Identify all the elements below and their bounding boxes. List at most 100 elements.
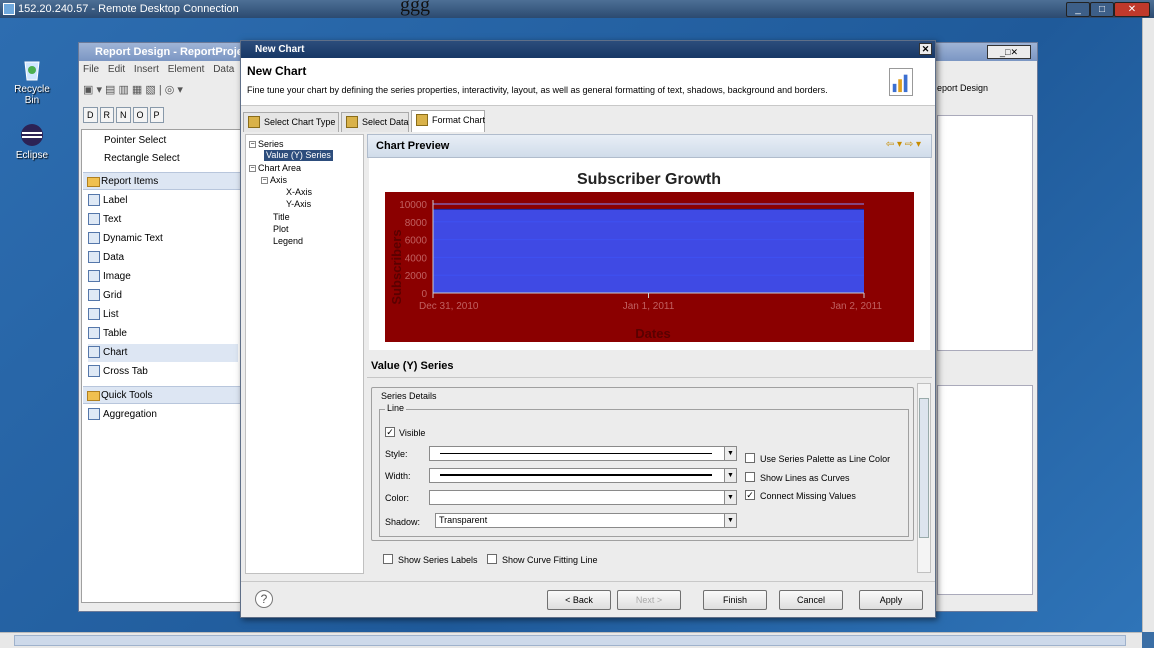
chevron-down-icon: ▼ (724, 447, 736, 460)
palette-item-list[interactable]: List (88, 306, 119, 324)
color-label: Color: (385, 493, 410, 503)
rdp-vertical-scrollbar[interactable] (1142, 18, 1154, 632)
tree-node-legend[interactable]: Legend (273, 236, 303, 247)
outline-panel (937, 385, 1033, 595)
width-select[interactable]: ▼ (429, 468, 737, 483)
finish-button[interactable]: Finish (703, 590, 767, 610)
palette-tab-o[interactable]: O (132, 107, 148, 123)
chart-preview-title: Chart Preview (376, 140, 450, 152)
tab-format-chart[interactable]: Format Chart (411, 110, 485, 132)
rdp-horizontal-scrollbar[interactable] (0, 632, 1142, 648)
menu-element[interactable]: Element (168, 64, 205, 75)
editor-ruler-panel (937, 115, 1033, 351)
tree-node-y-axis[interactable]: Y-Axis (286, 199, 311, 210)
show-curve-fitting-checkbox[interactable] (487, 554, 497, 564)
details-scrollbar[interactable] (917, 383, 931, 573)
palette-tab-r[interactable]: R (99, 107, 114, 123)
apply-button[interactable]: Apply (859, 590, 923, 610)
image-icon (88, 270, 100, 283)
menu-data[interactable]: Data (213, 64, 234, 75)
cancel-button[interactable]: Cancel (779, 590, 843, 610)
curves-checkbox[interactable] (745, 472, 755, 482)
next-button[interactable]: Next > (617, 590, 681, 610)
color-select[interactable]: ▼ (429, 490, 737, 505)
perspective-label[interactable]: eport Design (937, 83, 988, 93)
eclipse-label: Eclipse (15, 150, 49, 161)
quick-tools-header[interactable]: Quick Tools (83, 386, 241, 404)
recycle-bin-label: Recycle Bin (14, 84, 50, 106)
palette-item-image[interactable]: Image (88, 268, 131, 286)
rdp-minimize-button[interactable]: _ (1066, 2, 1090, 17)
palette-item-table[interactable]: Table (88, 325, 127, 343)
sigma-icon (88, 408, 100, 421)
eclipse-window-controls[interactable]: _□✕ (987, 45, 1031, 59)
eclipse-toolbar[interactable]: ▣ ▾ ▤ ▥ ▦ ▧ | ◎ ▾ (83, 83, 243, 105)
palette-rectangle-select[interactable]: Rectangle Select (104, 150, 180, 168)
dialog-title-bar: New Chart ✕ (241, 41, 935, 58)
help-icon[interactable]: ? (255, 590, 273, 608)
rdp-maximize-button[interactable]: □ (1090, 2, 1114, 17)
chart-series-area (433, 209, 864, 293)
shadow-label: Shadow: (385, 517, 421, 527)
back-button[interactable]: < Back (547, 590, 611, 610)
palette-pointer-select[interactable]: Pointer Select (104, 132, 166, 150)
tree-node-chart-area[interactable]: − Chart Area (249, 163, 301, 174)
palette-item-label[interactable]: Label (88, 192, 127, 210)
data-select-icon (346, 116, 358, 128)
palette-tab-n[interactable]: N (116, 107, 131, 123)
rdp-close-button[interactable]: ✕ (1114, 2, 1150, 17)
tree-node-series[interactable]: − Series (249, 139, 284, 150)
menu-insert[interactable]: Insert (134, 64, 159, 75)
dialog-header: New Chart Fine tune your chart by defini… (241, 58, 935, 106)
dialog-close-button[interactable]: ✕ (919, 43, 932, 55)
chart-preview-header: Chart Preview ⇦ ▾ ⇨ ▾ (367, 134, 932, 158)
palette-tab-d[interactable]: D (83, 107, 98, 123)
visible-checkbox[interactable]: ✓ (385, 427, 395, 437)
line-group-label: Line (385, 403, 407, 413)
preview-nav-arrows-icon[interactable]: ⇦ ▾ ⇨ ▾ (886, 139, 921, 150)
chart-y-axis-label: Subscribers (389, 229, 404, 304)
chart-x-tick-label: Jan 1, 2011 (623, 301, 675, 312)
report-items-header[interactable]: Report Items (83, 172, 241, 190)
palette-tab-p[interactable]: P (149, 107, 164, 123)
chevron-down-icon: ▼ (724, 469, 736, 482)
dialog-window-title: New Chart (255, 44, 305, 55)
chart-svg: Subscriber Growth 10000 8000 6000 4000 2000 0… (385, 171, 914, 342)
rdp-title: 152.20.240.57 - Remote Desktop Connectio… (18, 3, 239, 15)
tree-node-plot[interactable]: Plot (273, 224, 289, 235)
tree-node-value-series[interactable]: Value (Y) Series (264, 150, 333, 161)
desktop-icon-recycle-bin[interactable]: Recycle Bin (7, 56, 57, 106)
menu-edit[interactable]: Edit (108, 64, 125, 75)
tab-select-chart-type[interactable]: Select Chart Type (243, 112, 339, 132)
desktop-icon-eclipse[interactable]: Eclipse (7, 122, 57, 161)
style-label: Style: (385, 449, 408, 459)
palette-item-aggregation[interactable]: Aggregation (88, 406, 157, 424)
chevron-down-icon: ▼ (724, 491, 736, 504)
dialog-header-description: Fine tune your chart by defining the ser… (247, 85, 828, 95)
palette-item-text[interactable]: Text (88, 211, 121, 229)
palette-item-dynamic-text[interactable]: Dynamic Text (88, 230, 163, 248)
palette-item-data[interactable]: Data (88, 249, 124, 267)
connect-missing-label: Connect Missing Values (760, 491, 856, 501)
tab-select-data[interactable]: Select Data (341, 112, 409, 132)
tree-node-x-axis[interactable]: X-Axis (286, 187, 312, 198)
connect-missing-checkbox[interactable]: ✓ (745, 490, 755, 500)
menu-file[interactable]: File (83, 64, 99, 75)
palette-item-cross-tab[interactable]: Cross Tab (88, 363, 148, 381)
palette-tabs: DRNOP (83, 107, 243, 127)
shadow-select[interactable]: Transparent ▼ (435, 513, 737, 528)
label-icon (88, 194, 100, 207)
show-series-labels-checkbox[interactable] (383, 554, 393, 564)
palette-item-chart[interactable]: Chart (88, 344, 238, 362)
grid-icon (88, 289, 100, 302)
tree-node-axis[interactable]: − Axis (261, 175, 287, 186)
dynamic-text-icon (88, 232, 100, 245)
use-palette-checkbox[interactable] (745, 453, 755, 463)
style-select[interactable]: ▼ (429, 446, 737, 461)
scrollbar-thumb[interactable] (14, 635, 1126, 646)
rdp-caption-partial: ggg (400, 0, 430, 16)
palette-item-grid[interactable]: Grid (88, 287, 122, 305)
tree-node-title[interactable]: Title (273, 212, 290, 223)
chart-type-icon (248, 116, 260, 128)
dialog-header-title: New Chart (247, 64, 307, 78)
